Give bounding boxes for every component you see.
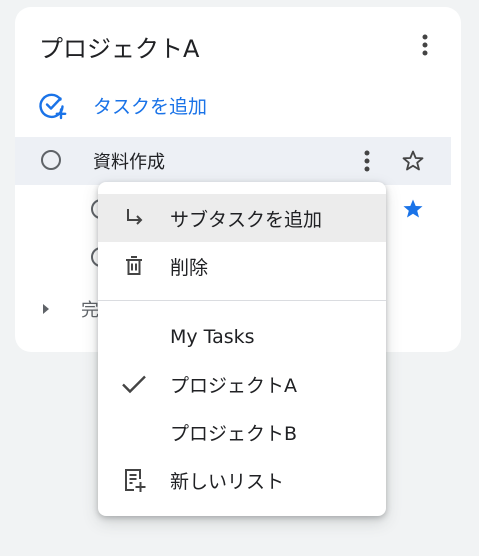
checkmark-icon [120, 370, 148, 398]
add-task-button[interactable]: タスクを追加 [38, 89, 207, 121]
completed-section-toggle[interactable]: 完 [43, 297, 99, 321]
star-toggle-button[interactable] [399, 195, 427, 223]
caret-right-icon [43, 304, 49, 314]
task-row[interactable]: 資料作成 [15, 137, 451, 185]
task-context-menu: サブタスクを追加 削除 My Tasks プロジェクトA プロジェクトB 新しい… [98, 182, 386, 516]
menu-item-label: プロジェクトA [170, 374, 297, 397]
subdirectory-arrow-icon [120, 204, 148, 232]
task-title[interactable]: 資料作成 [93, 148, 165, 174]
add-task-label: タスクを追加 [93, 95, 208, 118]
task-options-button[interactable] [355, 149, 379, 173]
move-to-list-project-a[interactable]: プロジェクトA [98, 360, 386, 408]
playlist-add-icon [120, 466, 148, 494]
menu-divider [98, 300, 386, 301]
trash-icon [120, 252, 148, 280]
list-title: プロジェクトA [39, 35, 200, 63]
list-more-options-button[interactable] [413, 33, 437, 57]
menu-item-label: My Tasks [170, 326, 255, 348]
delete-menu-item[interactable]: 削除 [98, 242, 386, 290]
new-list-menu-item[interactable]: 新しいリスト [98, 456, 386, 504]
completed-label: 完 [81, 300, 99, 321]
more-vert-icon [422, 34, 428, 56]
move-to-list-project-b[interactable]: プロジェクトB [98, 408, 386, 456]
menu-item-label: 新しいリスト [170, 470, 285, 493]
move-to-list-my-tasks[interactable]: My Tasks [98, 313, 386, 361]
complete-task-checkbox[interactable] [41, 150, 61, 170]
star-outline-icon [402, 150, 424, 171]
add-task-icon [38, 90, 68, 120]
more-vert-icon [364, 150, 370, 172]
menu-item-label: 削除 [170, 256, 209, 279]
star-filled-icon [403, 199, 423, 218]
add-subtask-menu-item[interactable]: サブタスクを追加 [98, 194, 386, 242]
star-toggle-button[interactable] [399, 147, 427, 175]
menu-item-label: サブタスクを追加 [170, 208, 323, 231]
menu-item-label: プロジェクトB [170, 422, 298, 445]
